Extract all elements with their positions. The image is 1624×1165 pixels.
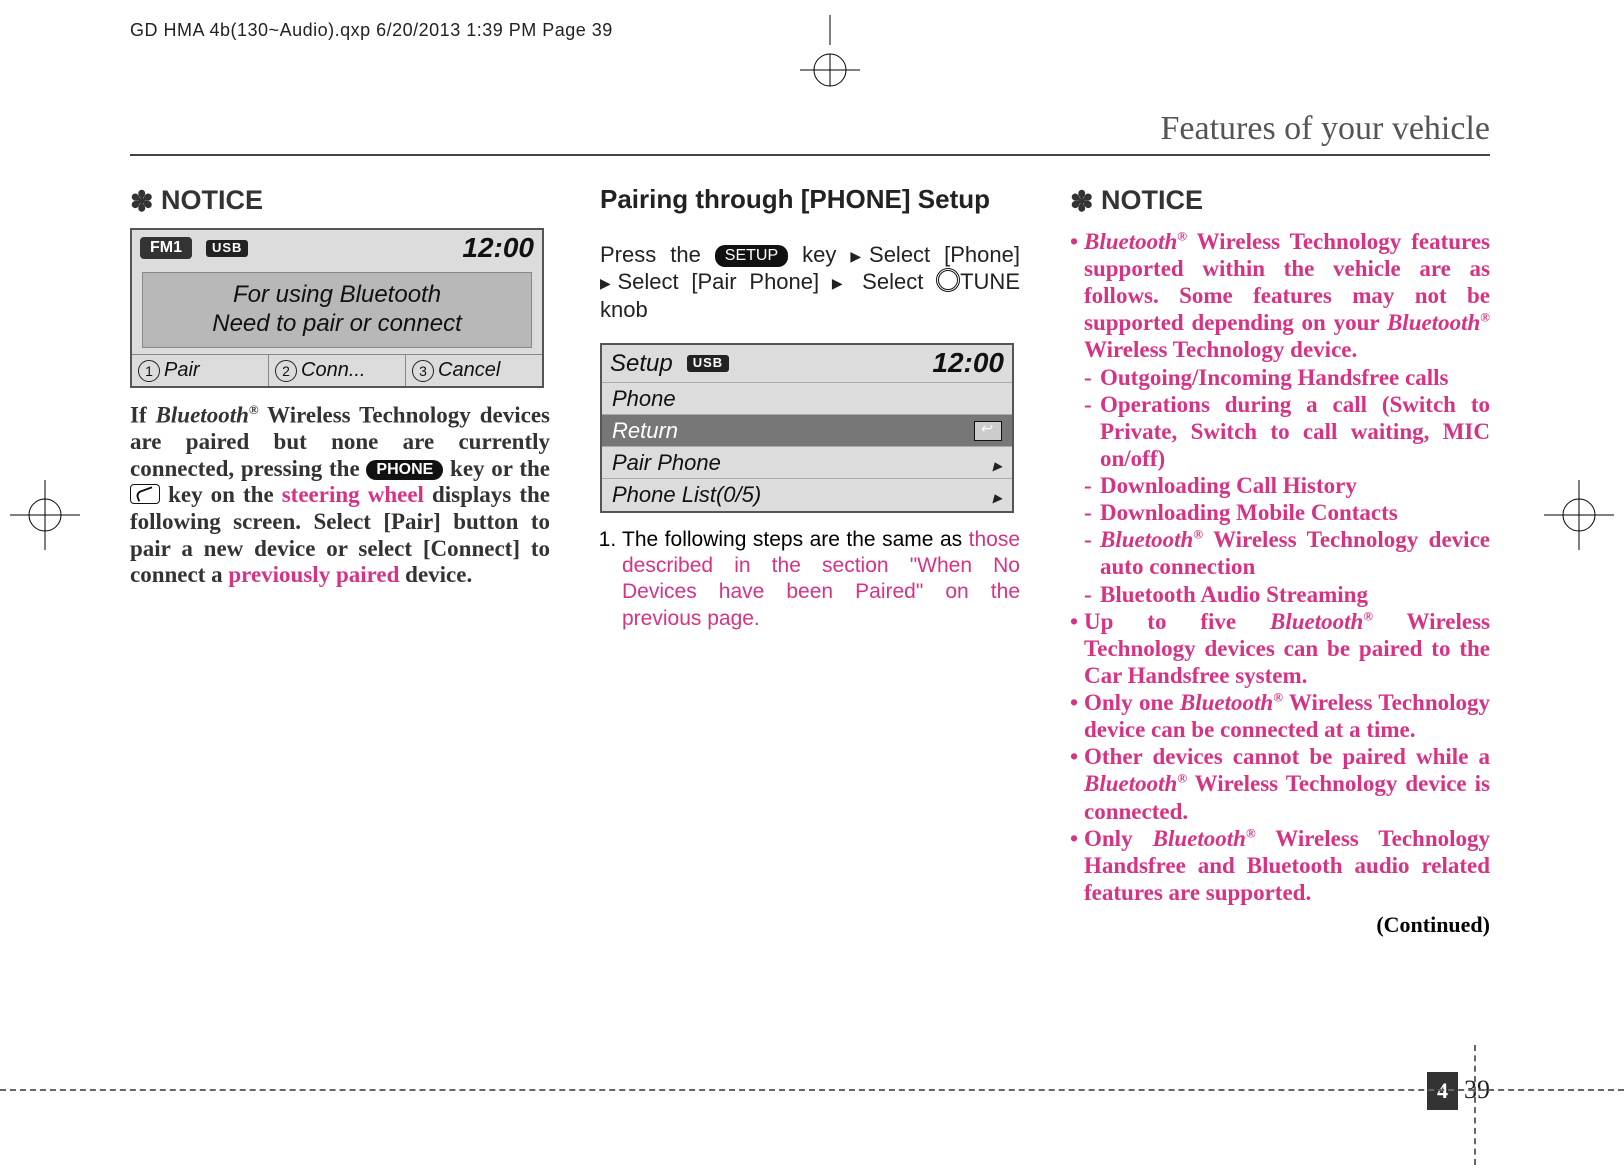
sub-audio-streaming: Bluetooth Audio Streaming	[1084, 581, 1490, 608]
lcd1-mode-badge: FM1	[140, 237, 192, 259]
column-middle: Pairing through [PHONE] Setup Press the …	[600, 185, 1020, 938]
notice-heading-right: ✽ NOTICE	[1070, 185, 1490, 218]
column-left: ✽ NOTICE FM1 USB 12:00 For using Bluetoo…	[130, 185, 550, 938]
setup-key-badge: SETUP	[715, 245, 788, 267]
feature-only-handsfree: Only Bluetooth® Wireless Technology Hand…	[1070, 825, 1490, 906]
notice-label: NOTICE	[1101, 185, 1203, 215]
column-right: ✽ NOTICE Bluetooth® Wireless Technology …	[1070, 185, 1490, 938]
feature-cannot-pair: Other devices cannot be paired while a B…	[1070, 743, 1490, 824]
cut-line-vertical	[1474, 1045, 1476, 1165]
return-icon	[974, 421, 1002, 441]
pairing-heading: Pairing through [PHONE] Setup	[600, 185, 1020, 215]
lcd2-row-phonelist: Phone List(0/5)	[602, 478, 1012, 510]
sub-contacts: Downloading Mobile Contacts	[1084, 499, 1490, 526]
feature-intro: Bluetooth® Wireless Technology features …	[1070, 228, 1490, 608]
chevron-right-icon	[993, 482, 1002, 507]
tune-knob-icon	[936, 268, 960, 292]
sub-call-ops: Operations during a call (Switch to Priv…	[1084, 391, 1490, 472]
feature-only-one: Only one Bluetooth® Wireless Technology …	[1070, 689, 1490, 743]
col2-instruction: Press the SETUP key ▶Select [Phone] ▶Sel…	[600, 241, 1020, 324]
cut-line-horizontal	[0, 1089, 1624, 1091]
crop-mark-top	[790, 15, 870, 95]
lcd2-row-pairphone: Pair Phone	[602, 446, 1012, 478]
col2-steps: The following steps are the same as thos…	[600, 527, 1020, 632]
lcd-screenshot-pair: FM1 USB 12:00 For using Bluetooth Need t…	[130, 228, 544, 388]
sub-call-history: Downloading Call History	[1084, 472, 1490, 499]
page-number: 439	[1427, 1072, 1490, 1110]
registration-mark-right	[1544, 480, 1614, 555]
header-title: Features of your vehicle	[1161, 110, 1491, 147]
registration-mark-left	[10, 480, 80, 555]
lcd1-clock: 12:00	[462, 232, 534, 264]
lcd-screenshot-setup: Setup USB 12:00 Phone Return Pair Phone …	[600, 343, 1014, 512]
lcd1-usb-badge: USB	[206, 240, 248, 257]
sub-auto-connection: Bluetooth® Wireless Technology device au…	[1084, 526, 1490, 580]
lcd1-opt1: 1Pair	[132, 355, 268, 386]
notice-label: NOTICE	[161, 185, 263, 215]
notice-heading-left: ✽ NOTICE	[130, 185, 550, 218]
continued-label: (Continued)	[1070, 912, 1490, 938]
step-1: The following steps are the same as thos…	[622, 527, 1020, 632]
call-key-icon	[130, 484, 160, 504]
lcd1-opt3: 3Cancel	[405, 355, 542, 386]
running-header: Features of your vehicle	[130, 110, 1490, 156]
lcd1-opt2: 2Conn...	[268, 355, 405, 386]
lcd2-row-phone: Phone	[602, 382, 1012, 414]
lcd1-line1: For using Bluetooth	[149, 281, 525, 310]
col1-paragraph: If Bluetooth® Wireless Technology device…	[130, 402, 550, 589]
feature-up-to-five: Up to five Bluetooth® Wireless Technolog…	[1070, 608, 1490, 689]
section-number: 4	[1427, 1072, 1458, 1110]
phone-key-badge: PHONE	[366, 460, 443, 481]
lcd2-row-return: Return	[602, 414, 1012, 446]
print-slug: GD HMA 4b(130~Audio).qxp 6/20/2013 1:39 …	[130, 20, 613, 41]
sub-handsfree-calls: Outgoing/Incoming Handsfree calls	[1084, 364, 1490, 391]
lcd2-clock: 12:00	[932, 347, 1004, 379]
lcd2-usb-badge: USB	[687, 355, 729, 372]
col3-body: Bluetooth® Wireless Technology features …	[1070, 228, 1490, 938]
chevron-right-icon	[993, 450, 1002, 475]
lcd1-line2: Need to pair or connect	[149, 310, 525, 339]
lcd2-title: Setup	[610, 350, 673, 378]
